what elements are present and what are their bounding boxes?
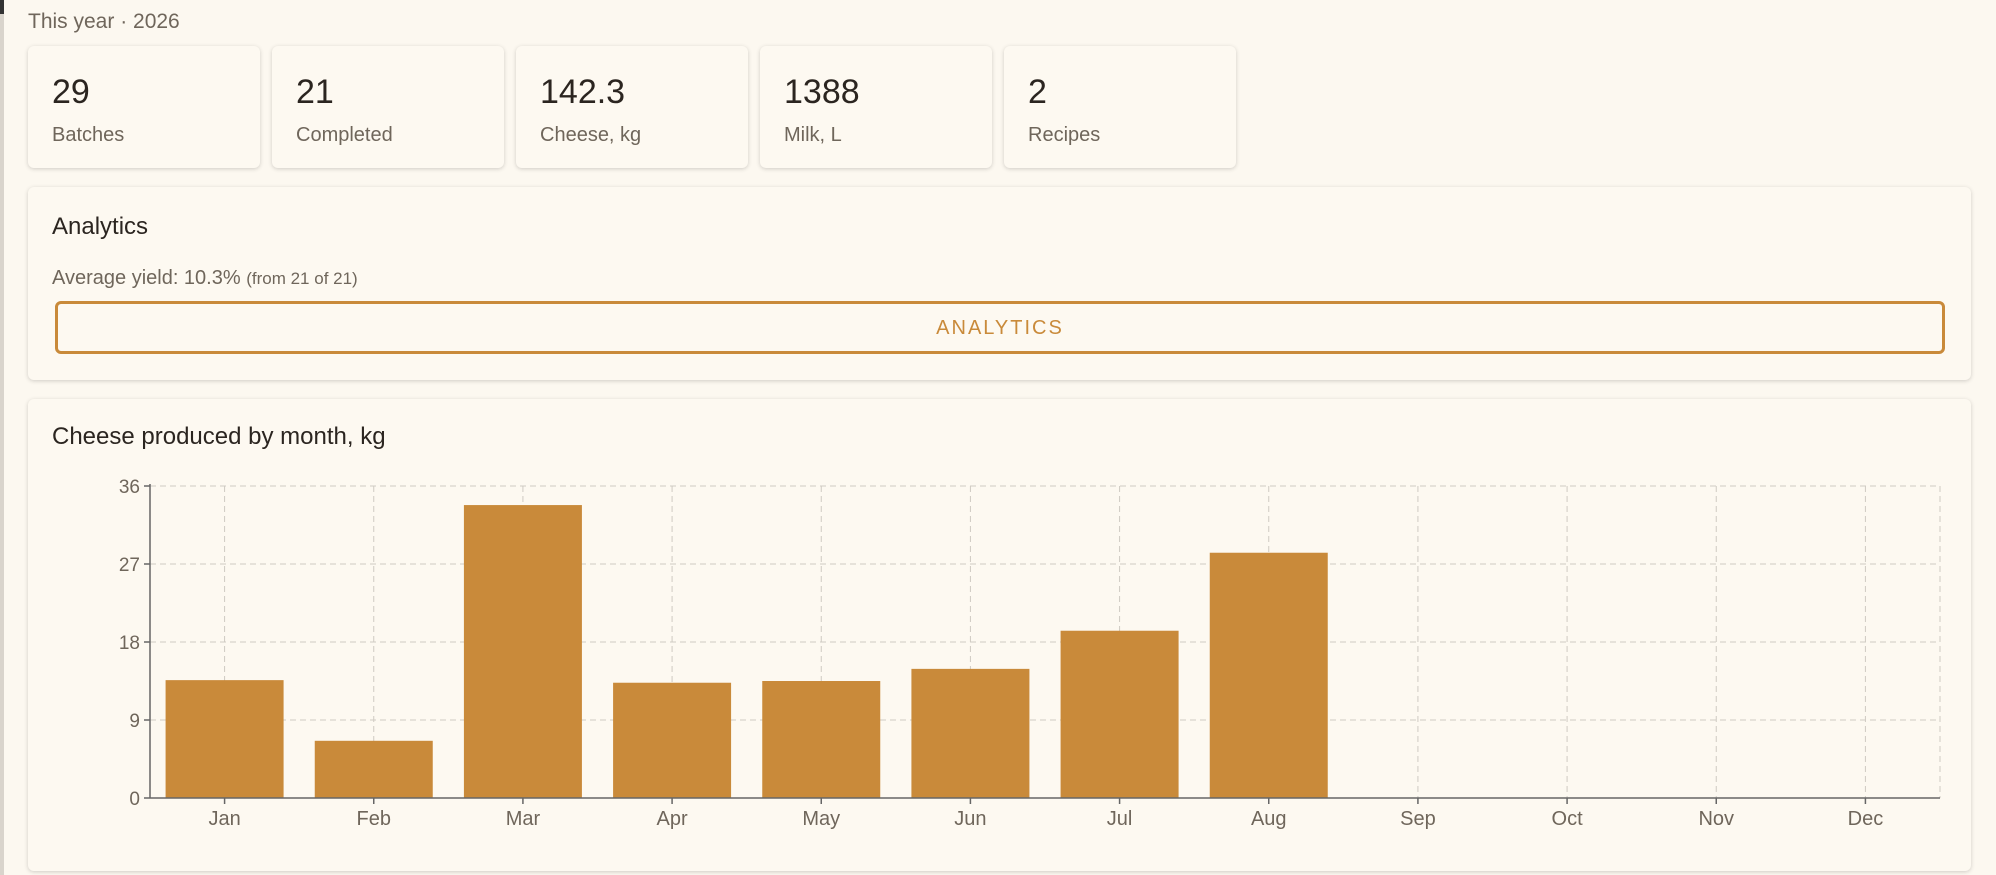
x-tick-label: Feb	[357, 808, 391, 830]
bar-mar	[463, 505, 582, 798]
stat-card-batches: 29 Batches	[28, 46, 260, 168]
window-left-edge	[0, 0, 4, 875]
bar-apr	[613, 682, 732, 798]
bar-feb	[314, 740, 433, 798]
edge-marker	[0, 0, 4, 14]
period-label: This year · 2026	[28, 10, 180, 33]
x-tick-label: Aug	[1251, 808, 1287, 830]
bar-jun	[911, 668, 1030, 798]
x-tick-label: Jan	[208, 808, 240, 830]
stat-card-cheese: 142.3 Cheese, kg	[516, 46, 748, 168]
stat-value: 29	[52, 73, 90, 111]
y-tick-label: 9	[129, 711, 140, 732]
analytics-title: Analytics	[52, 213, 149, 240]
average-yield-note: (from 21 of 21)	[246, 269, 358, 288]
stat-card-recipes: 2 Recipes	[1004, 46, 1236, 168]
analytics-button[interactable]: ANALYTICS	[55, 301, 1945, 354]
x-tick-label: Jun	[954, 808, 986, 830]
bar-jul	[1060, 630, 1179, 798]
chart-panel: Cheese produced by month, kg 0 9 18 27 36 Jan…	[28, 399, 1971, 871]
analytics-panel: Analytics Average yield: 10.3% (from 21 …	[28, 187, 1971, 380]
x-tick-label: Sep	[1400, 808, 1436, 830]
x-tick-label: Apr	[657, 808, 688, 830]
y-tick-label: 18	[119, 633, 140, 654]
stat-label: Recipes	[1028, 124, 1101, 146]
y-tick-label: 36	[119, 477, 140, 498]
x-tick-label: Mar	[506, 808, 541, 830]
x-tick-label: Nov	[1698, 808, 1734, 830]
y-tick-label: 0	[129, 789, 140, 810]
stat-card-milk: 1388 Milk, L	[760, 46, 992, 168]
bar-aug	[1209, 552, 1328, 798]
stat-label: Batches	[52, 124, 125, 146]
x-tick-label: Jul	[1107, 808, 1133, 830]
x-tick-label: Dec	[1848, 808, 1884, 830]
y-tick-label: 27	[119, 555, 140, 576]
stat-card-completed: 21 Completed	[272, 46, 504, 168]
stat-value: 2	[1028, 73, 1047, 111]
stat-value: 1388	[784, 73, 860, 111]
x-tick-label: May	[802, 808, 840, 830]
stats-row: 29 Batches 21 Completed 142.3 Cheese, kg…	[28, 46, 1236, 168]
stat-label: Cheese, kg	[540, 124, 642, 146]
x-tick-label: Oct	[1552, 808, 1584, 830]
bar-chart: 0 9 18 27 36 Jan Feb Mar Apr May Jun Jul Aug Sep Oct No…	[119, 477, 1941, 830]
average-yield-value: Average yield: 10.3%	[52, 267, 241, 289]
bar-jan	[165, 680, 284, 798]
average-yield: Average yield: 10.3% (from 21 of 21)	[52, 267, 358, 290]
stat-label: Milk, L	[784, 124, 842, 146]
bar-may	[762, 681, 881, 798]
stat-value: 21	[296, 73, 334, 111]
stat-label: Completed	[296, 124, 393, 146]
stat-value: 142.3	[540, 73, 626, 111]
